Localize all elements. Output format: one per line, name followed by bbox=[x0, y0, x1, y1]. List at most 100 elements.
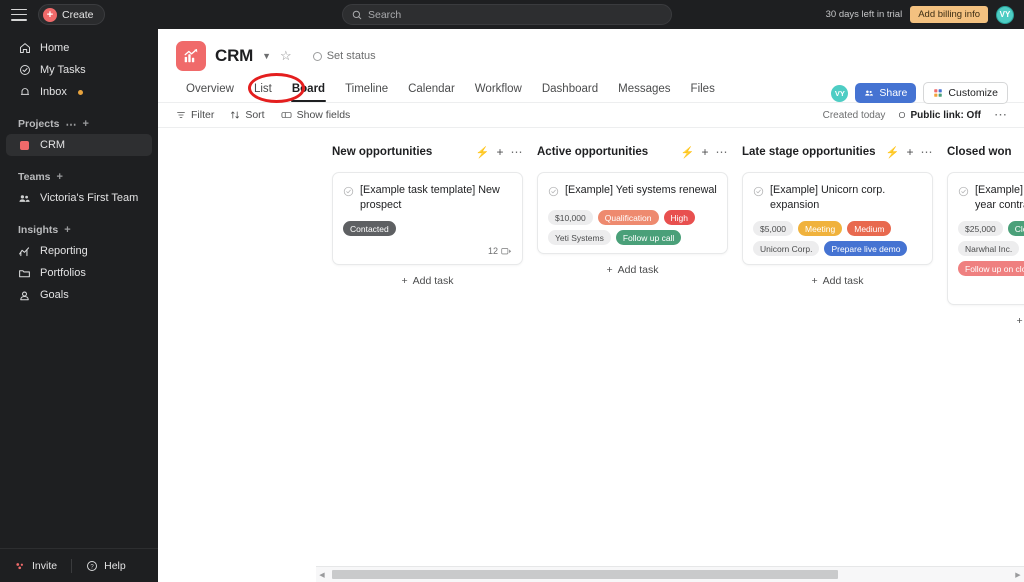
tab-board[interactable]: Board bbox=[282, 79, 335, 102]
project-color-dot-icon bbox=[18, 139, 31, 152]
tag-next-step[interactable]: Prepare live demo bbox=[824, 241, 908, 256]
tab-files[interactable]: Files bbox=[681, 79, 725, 102]
toolbar-more-icon[interactable]: ⋯ bbox=[994, 108, 1008, 121]
scroll-right-arrow-icon[interactable]: ▶ bbox=[1012, 571, 1024, 579]
sidebar-footer: Invite ? Help bbox=[0, 548, 158, 582]
check-circle-icon[interactable] bbox=[753, 184, 764, 202]
menu-hamburger-icon[interactable] bbox=[11, 8, 27, 21]
sidebar-item-home[interactable]: Home bbox=[6, 37, 152, 59]
tab-list[interactable]: List bbox=[244, 79, 282, 102]
search-input[interactable]: Search bbox=[342, 4, 672, 25]
help-button[interactable]: ? Help bbox=[72, 560, 140, 572]
sidebar-item-portfolios[interactable]: Portfolios bbox=[6, 262, 152, 284]
sidebar-item-my-tasks[interactable]: My Tasks bbox=[6, 59, 152, 81]
tag-priority[interactable]: Medium bbox=[847, 221, 892, 236]
add-task-button[interactable]: + Add task bbox=[947, 315, 1024, 327]
task-card[interactable]: [Example] Yeti systems renewal $10,000 Q… bbox=[537, 172, 728, 254]
insights-add-icon[interactable]: + bbox=[64, 224, 70, 236]
tag-next-step[interactable]: Follow up on closed deal bbox=[958, 261, 1024, 276]
column-more-icon[interactable]: ⋯ bbox=[921, 146, 934, 158]
card-tags: $25,000 Closed High Narwhal Inc. Follow … bbox=[958, 221, 1024, 276]
tag-stage[interactable]: Closed bbox=[1007, 221, 1024, 236]
projects-add-icon[interactable]: + bbox=[82, 118, 88, 130]
add-card-plus-icon[interactable]: + bbox=[496, 146, 503, 158]
create-button-label: Create bbox=[62, 8, 94, 21]
tag-company[interactable]: Narwhal Inc. bbox=[958, 241, 1020, 256]
horizontal-scrollbar[interactable]: ◀ ▶ bbox=[316, 566, 1024, 582]
add-task-button[interactable]: + Add task bbox=[332, 275, 523, 287]
add-task-button[interactable]: + Add task bbox=[742, 275, 933, 287]
tag-amount[interactable]: $10,000 bbox=[548, 210, 593, 225]
lightning-bolt-icon[interactable]: ⚡ bbox=[476, 146, 490, 159]
column-more-icon[interactable]: ⋯ bbox=[511, 146, 524, 158]
sort-label: Sort bbox=[245, 109, 265, 121]
global-topbar: + Create Search 30 days left in trial Ad… bbox=[0, 0, 1024, 29]
check-circle-icon[interactable] bbox=[343, 184, 354, 202]
card-footer: 1 bbox=[958, 286, 1024, 296]
tag-stage[interactable]: Qualification bbox=[597, 210, 659, 225]
board-canvas[interactable]: New opportunities ⚡ + ⋯ [Example task te… bbox=[158, 128, 1024, 582]
public-link-status[interactable]: Public link: Off bbox=[898, 110, 981, 121]
invite-button[interactable]: Invite bbox=[0, 560, 71, 572]
tab-messages[interactable]: Messages bbox=[608, 79, 680, 102]
create-button[interactable]: + Create bbox=[38, 4, 105, 25]
tag-next-step[interactable]: Follow up call bbox=[615, 230, 682, 245]
add-card-plus-icon[interactable]: + bbox=[906, 146, 913, 158]
check-circle-icon[interactable] bbox=[958, 184, 969, 202]
svg-text:?: ? bbox=[90, 564, 94, 570]
project-logo-icon bbox=[176, 41, 206, 71]
sidebar-item-victorias-first-team[interactable]: Victoria's First Team bbox=[6, 187, 152, 209]
add-card-plus-icon[interactable]: + bbox=[701, 146, 708, 158]
sort-button[interactable]: Sort bbox=[230, 109, 265, 121]
task-card[interactable]: [Example] Narwhal convert to 3 year cont… bbox=[947, 172, 1024, 305]
tab-dashboard[interactable]: Dashboard bbox=[532, 79, 608, 102]
sidebar-section-insights: Insights + bbox=[0, 220, 158, 240]
sidebar-item-goals[interactable]: Goals bbox=[6, 284, 152, 306]
tab-workflow[interactable]: Workflow bbox=[465, 79, 532, 102]
check-circle-icon[interactable] bbox=[548, 184, 559, 202]
sidebar-item-reporting[interactable]: Reporting bbox=[6, 240, 152, 262]
chart-line-icon bbox=[18, 245, 31, 258]
card-title: [Example task template] New prospect bbox=[360, 184, 500, 211]
user-avatar[interactable]: VY bbox=[996, 5, 1014, 24]
scrollbar-thumb[interactable] bbox=[332, 570, 839, 579]
sidebar-item-label: Inbox bbox=[40, 86, 67, 98]
tag-company[interactable]: Yeti Systems bbox=[548, 230, 611, 245]
tab-calendar[interactable]: Calendar bbox=[398, 79, 465, 102]
scrollbar-track[interactable] bbox=[328, 570, 1012, 579]
column-title: Closed won bbox=[947, 146, 1012, 158]
plus-icon: + bbox=[401, 275, 408, 287]
projects-more-icon[interactable]: ⋯ bbox=[65, 118, 76, 131]
tag-amount[interactable]: $25,000 bbox=[958, 221, 1003, 236]
show-fields-button[interactable]: Show fields bbox=[281, 109, 350, 121]
task-card[interactable]: [Example task template] New prospect Con… bbox=[332, 172, 523, 265]
add-task-button[interactable]: + Add task bbox=[537, 264, 728, 276]
globe-icon bbox=[899, 111, 906, 119]
column-more-icon[interactable]: ⋯ bbox=[716, 146, 729, 158]
tag-stage[interactable]: Meeting bbox=[798, 221, 843, 236]
add-billing-info-button[interactable]: Add billing info bbox=[910, 6, 988, 23]
tag[interactable]: Contacted bbox=[343, 221, 396, 236]
lightning-bolt-icon[interactable]: ⚡ bbox=[681, 146, 695, 159]
star-icon[interactable]: ☆ bbox=[280, 48, 292, 64]
sidebar-item-label: Reporting bbox=[40, 245, 88, 257]
chevron-down-icon[interactable]: ▼ bbox=[262, 51, 271, 61]
board-column-late-stage-opportunities: Late stage opportunities ⚡ + ⋯ [Example]… bbox=[742, 142, 933, 582]
sidebar-item-inbox[interactable]: Inbox bbox=[6, 81, 152, 103]
tag-amount[interactable]: $5,000 bbox=[753, 221, 793, 236]
insights-heading: Insights bbox=[18, 224, 59, 236]
lightning-bolt-icon[interactable]: ⚡ bbox=[886, 146, 900, 159]
tag-company[interactable]: Unicorn Corp. bbox=[753, 241, 820, 256]
filter-button[interactable]: Filter bbox=[176, 109, 214, 121]
sidebar-item-crm[interactable]: CRM bbox=[6, 134, 152, 156]
tab-timeline[interactable]: Timeline bbox=[335, 79, 398, 102]
help-circle-icon: ? bbox=[87, 560, 98, 571]
scroll-left-arrow-icon[interactable]: ◀ bbox=[316, 571, 328, 579]
task-card[interactable]: [Example] Unicorn corp. expansion $5,000… bbox=[742, 172, 933, 265]
column-header: Closed won ⚡ + ⋯ bbox=[947, 142, 1024, 162]
tag-priority[interactable]: High bbox=[663, 210, 695, 225]
tab-overview[interactable]: Overview bbox=[176, 79, 244, 102]
set-status-button[interactable]: Set status bbox=[312, 50, 376, 62]
teams-add-icon[interactable]: + bbox=[57, 171, 63, 183]
column-title: New opportunities bbox=[332, 146, 433, 158]
